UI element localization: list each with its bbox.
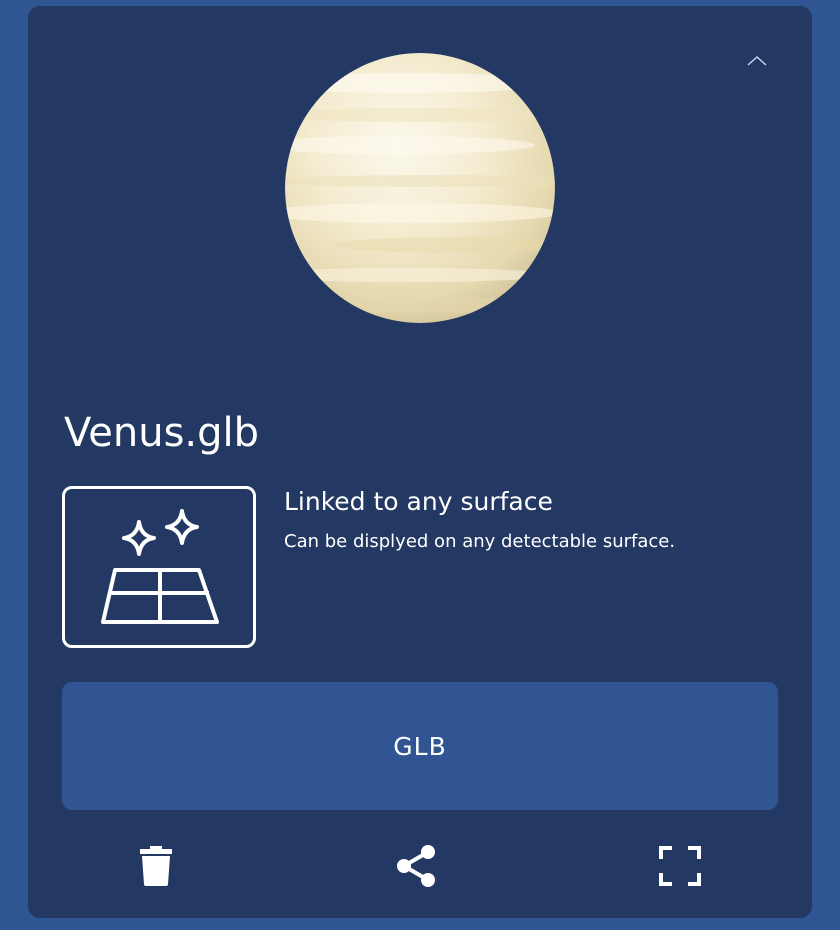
model-preview[interactable] (285, 53, 555, 323)
share-icon (397, 845, 435, 887)
placement-heading: Linked to any surface (284, 487, 553, 516)
fullscreen-icon (659, 846, 701, 886)
chevron-up-icon (747, 55, 767, 66)
placement-description: Can be displyed on any detectable surfac… (284, 531, 676, 552)
share-button[interactable] (386, 840, 446, 892)
delete-button[interactable] (126, 840, 186, 892)
trash-icon (140, 846, 172, 886)
placement-icon-box (62, 486, 256, 648)
venus-planet-icon (285, 53, 555, 323)
fullscreen-button[interactable] (650, 840, 710, 892)
collapse-button[interactable] (742, 50, 772, 74)
surface-sparkle-icon (101, 509, 219, 624)
model-card: Venus.glb Linked to any surface Can be d… (28, 6, 812, 918)
format-button[interactable]: GLB (62, 682, 778, 810)
model-title: Venus.glb (64, 410, 260, 456)
